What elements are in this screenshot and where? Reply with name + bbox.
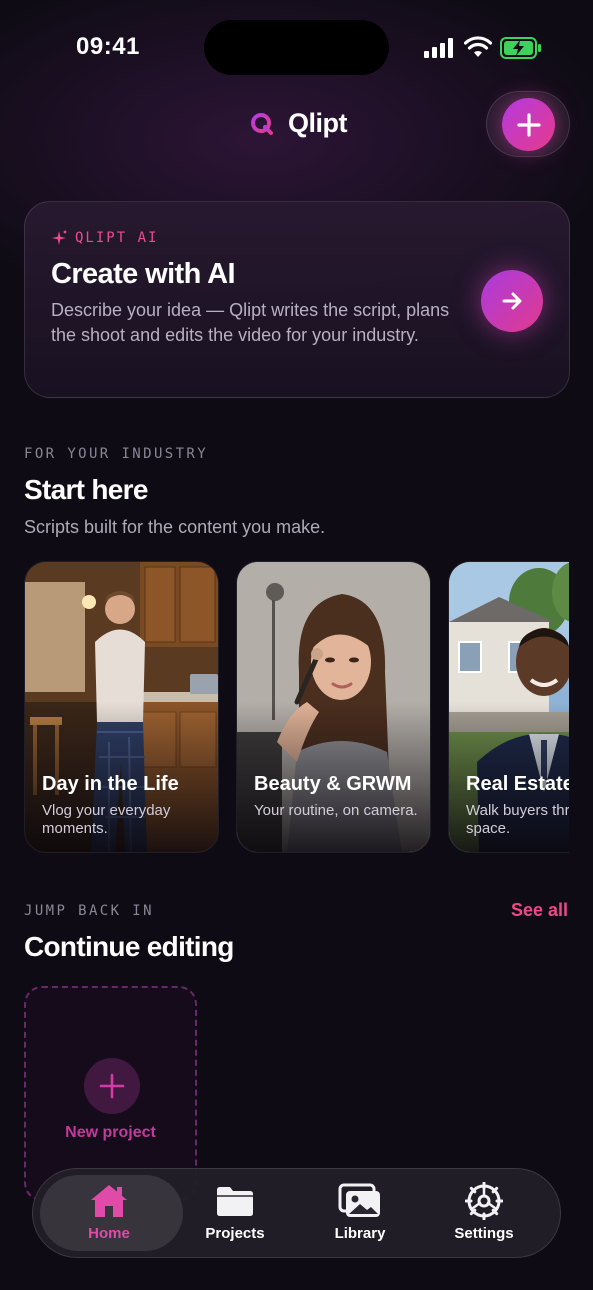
continue-eyebrow: JUMP BACK IN [24,903,154,919]
industry-subtitle: Scripts built for the content you make. [24,517,326,537]
dynamic-island [204,20,389,75]
cellular-signal-icon [424,38,453,58]
card-description: Walk buyers through the space. [466,802,569,837]
gear-icon [465,1182,503,1220]
create-button[interactable] [502,98,555,151]
tab-label: Projects [205,1225,265,1242]
ai-eyebrow-label: QLIPT AI [75,230,159,246]
create-with-ai-card[interactable]: QLIPT AI Create with AI Describe your id… [24,201,570,398]
card-title: Real Estate [466,773,569,795]
card-description: Your routine, on camera. [254,802,418,819]
sparkle-icon [52,230,67,245]
see-all-link[interactable]: See all [511,900,568,921]
wifi-icon [464,36,492,57]
card-description: Vlog your everyday moments. [42,802,171,837]
tab-home[interactable]: Home [54,1181,164,1242]
tab-label: Settings [454,1225,514,1242]
arrow-right-icon [502,292,522,310]
industry-carousel[interactable]: Day in the Life Vlog your everyday momen… [24,561,569,853]
industry-card-beauty-grwm[interactable]: Beauty & GRWM Your routine, on camera. [236,561,431,853]
bottom-tab-bar: Home Projects Library Settings [32,1168,561,1258]
continue-title: Continue editing [24,931,234,962]
status-bar: 09:41 [0,0,593,90]
folder-icon [217,1187,253,1216]
new-project-label: New project [65,1124,156,1141]
industry-card-day-in-the-life[interactable]: Day in the Life Vlog your everyday momen… [24,561,219,853]
tab-settings[interactable]: Settings [429,1181,539,1242]
status-time: 09:41 [76,33,140,60]
card-title: Day in the Life [42,773,179,795]
home-icon [91,1185,127,1217]
card-title: Beauty & GRWM [254,773,412,795]
tab-projects[interactable]: Projects [180,1181,290,1242]
industry-title: Start here [24,474,148,505]
new-project-plus-button [84,1058,140,1114]
battery-charging-icon [500,37,541,59]
ai-eyebrow: QLIPT AI [51,230,158,246]
tab-label: Library [334,1225,386,1242]
plus-icon [516,112,541,137]
ai-card-title: Create with AI [51,258,236,290]
industry-eyebrow: FOR YOUR INDUSTRY [24,446,209,462]
ai-card-description: Describe your idea — Qlipt writes the sc… [51,300,450,345]
app-brand: Qlipt [250,108,348,139]
tab-label: Home [88,1225,130,1242]
industry-card-real-estate[interactable]: Real Estate Walk buyers through the spac… [448,561,569,853]
tab-library[interactable]: Library [305,1181,415,1242]
qlipt-logo-icon [251,112,273,135]
app-name: Qlipt [288,108,348,138]
photo-library-icon [338,1183,380,1217]
plus-icon [99,1073,125,1099]
ai-start-button[interactable] [481,270,543,332]
